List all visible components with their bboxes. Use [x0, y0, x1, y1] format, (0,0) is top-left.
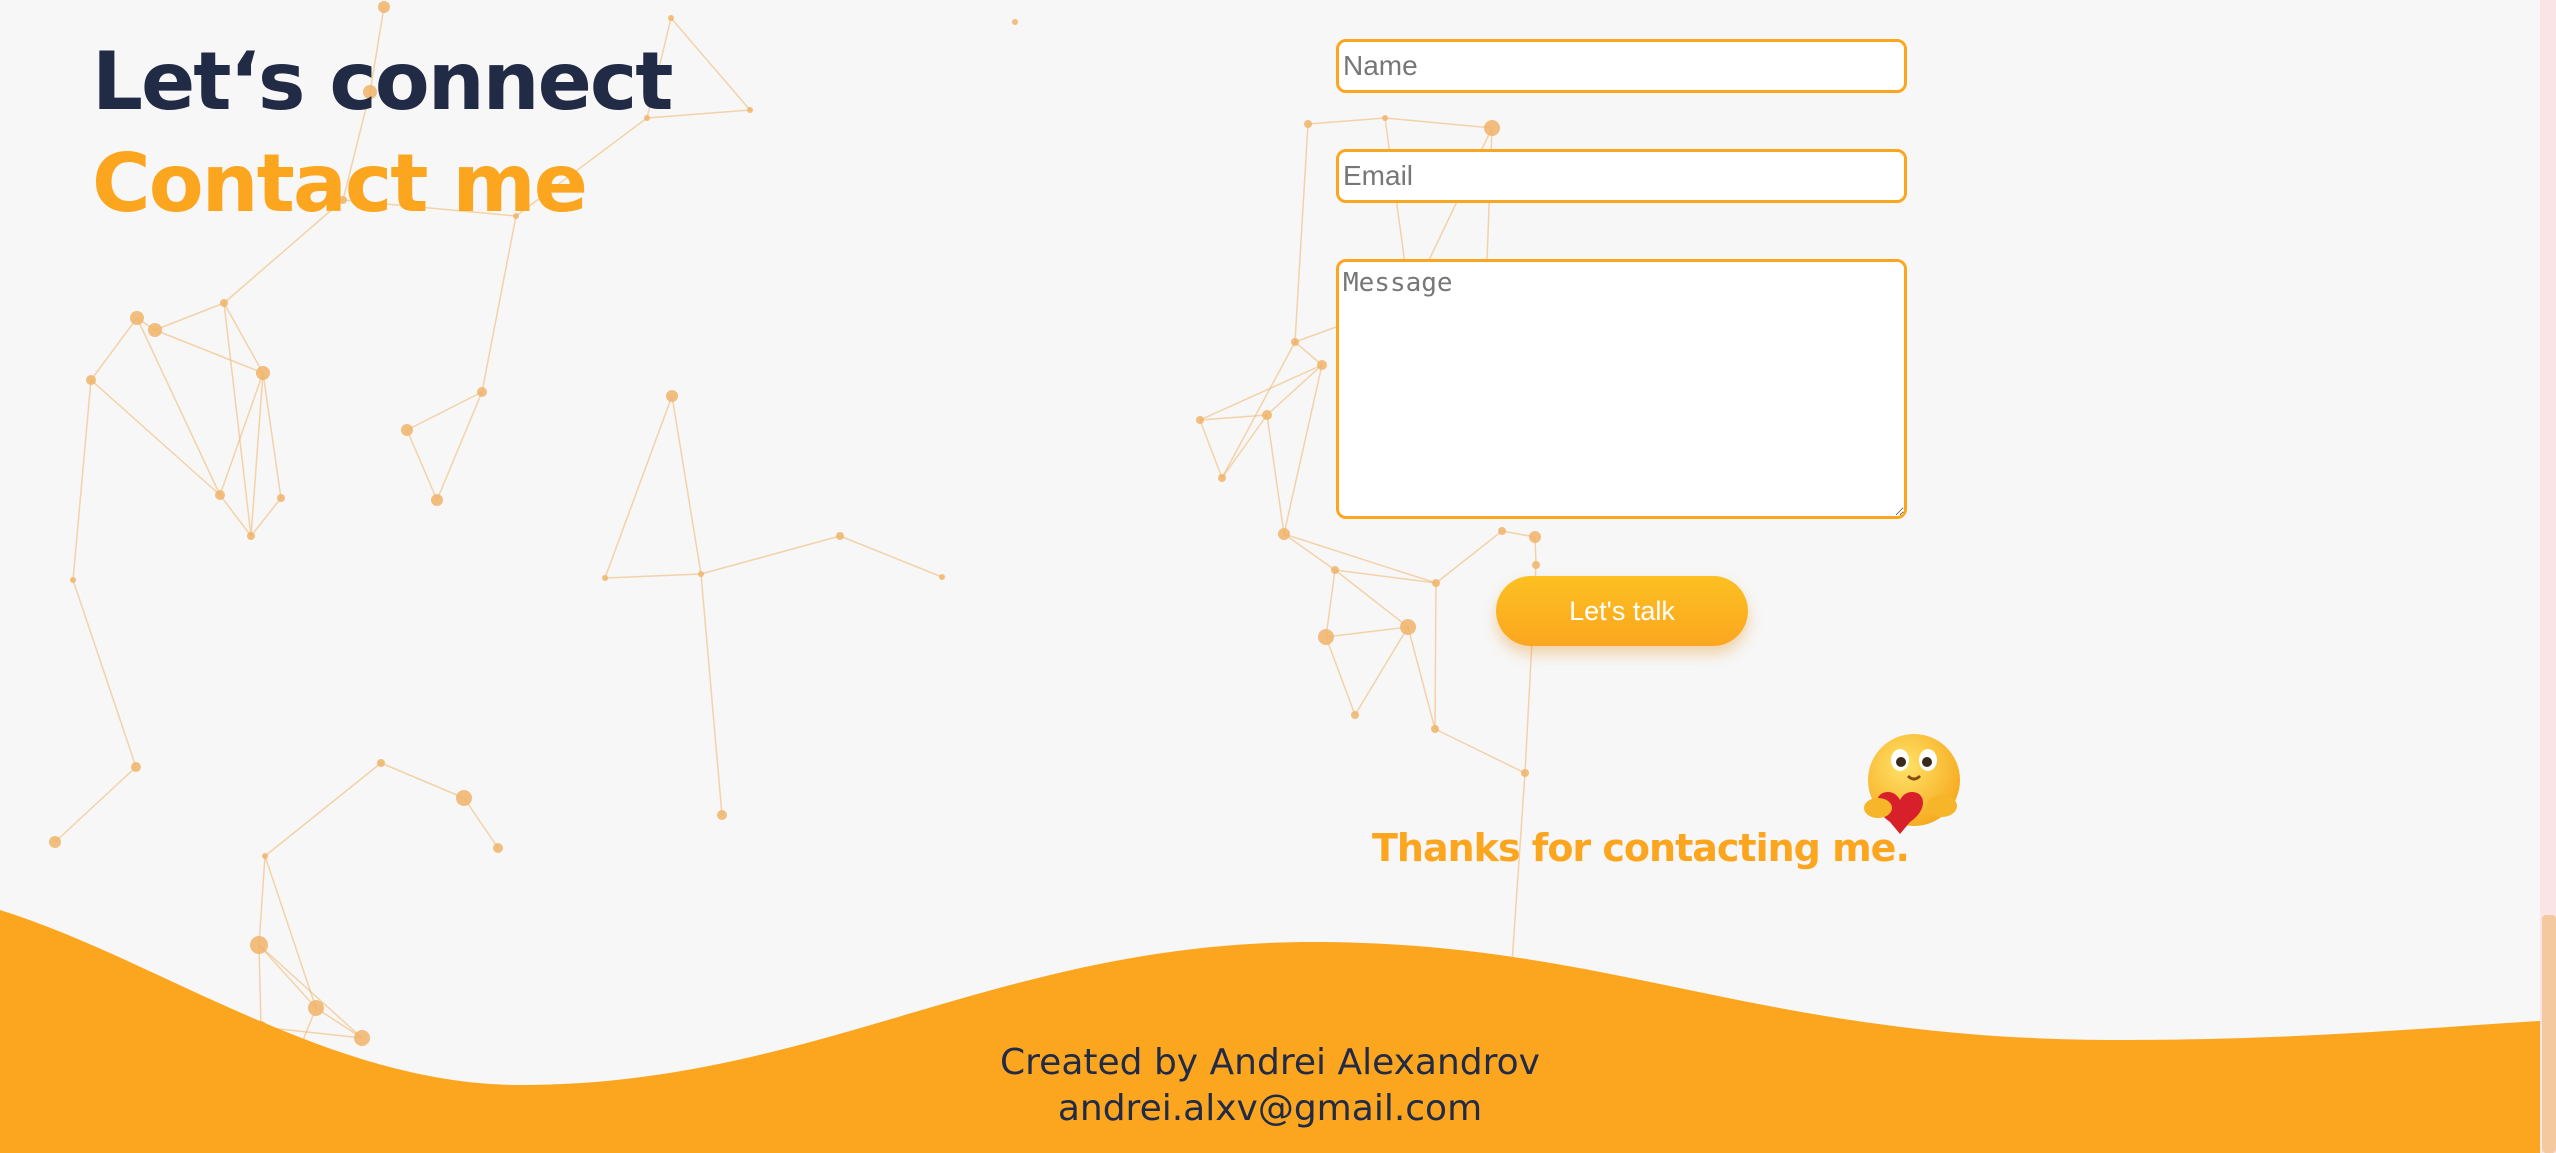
hugging-heart-emoji-icon: [1864, 734, 1960, 834]
lets-talk-button[interactable]: Let's talk: [1496, 576, 1748, 646]
page-subtitle: Contact me: [92, 137, 588, 230]
footer-credit: Created by Andrei Alexandrov: [1000, 1042, 1540, 1083]
message-field[interactable]: [1336, 259, 1907, 519]
thanks-message: Thanks for contacting me.: [1372, 826, 1910, 870]
footer-email[interactable]: andrei.alxv@gmail.com: [0, 1088, 2540, 1129]
email-field[interactable]: [1336, 149, 1907, 203]
scrollbar-thumb[interactable]: [2542, 915, 2556, 1153]
page-title: Let‘s connect: [92, 35, 674, 128]
name-field[interactable]: [1336, 39, 1907, 93]
